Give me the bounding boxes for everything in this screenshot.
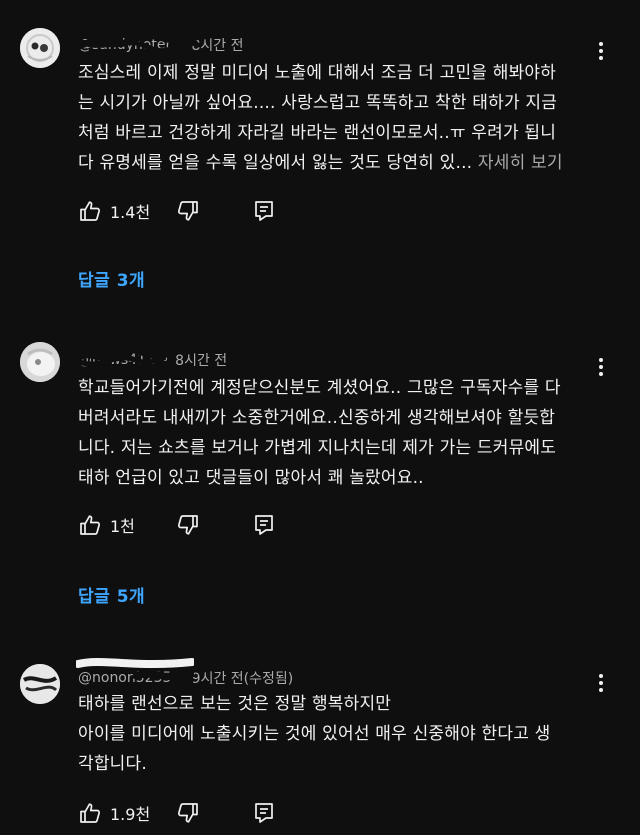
comment-author[interactable]: @hows412	[76, 346, 166, 368]
avatar[interactable]	[20, 342, 60, 382]
view-replies-button[interactable]: 답글 5개	[78, 582, 145, 607]
avatar[interactable]	[20, 28, 60, 68]
reply-button[interactable]	[252, 801, 276, 825]
reply-comment-icon	[255, 515, 273, 535]
comment-time: 8시간 전	[175, 353, 228, 369]
dislike-button[interactable]	[176, 513, 200, 537]
reply-comment-icon	[255, 803, 273, 823]
dislike-button[interactable]	[176, 801, 200, 825]
thumbs-down-icon	[177, 201, 198, 221]
read-more-link[interactable]: 자세히 보기	[478, 153, 563, 173]
like-count: 1.4천	[110, 203, 151, 222]
comment-time: 8시간 전	[191, 38, 244, 54]
comment-text: 태하를 랜선으로 보는 것은 정말 행복하지만 아이를 미디어에 노출시키는 것…	[78, 694, 551, 774]
avatar[interactable]	[20, 664, 60, 704]
comment-text: 학교들어가기전에 계정닫으신분도 계셨어요.. 그많은 구독자수를 다 버려서라…	[78, 378, 561, 488]
comment-text: 조심스레 이제 정말 미디어 노출에 대해서 조금 더 고민을 해봐야하 는 시…	[78, 63, 563, 173]
author-handle: @nonon5235	[78, 670, 172, 686]
comment-time: 9시간 전(수정됨)	[191, 671, 294, 687]
like-button[interactable]: 1.4천	[78, 199, 176, 223]
like-count: 1천	[110, 517, 135, 536]
dislike-button[interactable]	[176, 199, 200, 223]
reply-button[interactable]	[252, 513, 276, 537]
separator-dot: •	[177, 670, 186, 686]
reply-comment-icon	[255, 201, 273, 221]
like-button[interactable]: 1천	[78, 513, 176, 537]
separator-dot: •	[160, 352, 170, 368]
thumbs-up-icon	[80, 803, 101, 823]
like-button[interactable]: 1.9천	[78, 801, 176, 825]
reply-button[interactable]	[252, 199, 276, 223]
thumbs-up-icon	[80, 515, 101, 535]
separator-dot: •	[177, 37, 186, 53]
like-count: 1.9천	[110, 805, 151, 824]
thumbs-down-icon	[177, 515, 198, 535]
view-replies-button[interactable]: 답글 3개	[78, 266, 145, 291]
comment-author[interactable]: @sandynoter	[76, 31, 200, 54]
thumbs-down-icon	[177, 803, 198, 823]
comment-author[interactable]: @nonon5235	[76, 658, 194, 686]
thumbs-up-icon	[80, 201, 101, 221]
author-handle: @hows412	[78, 352, 155, 368]
author-handle: @sandynoter	[78, 37, 172, 53]
